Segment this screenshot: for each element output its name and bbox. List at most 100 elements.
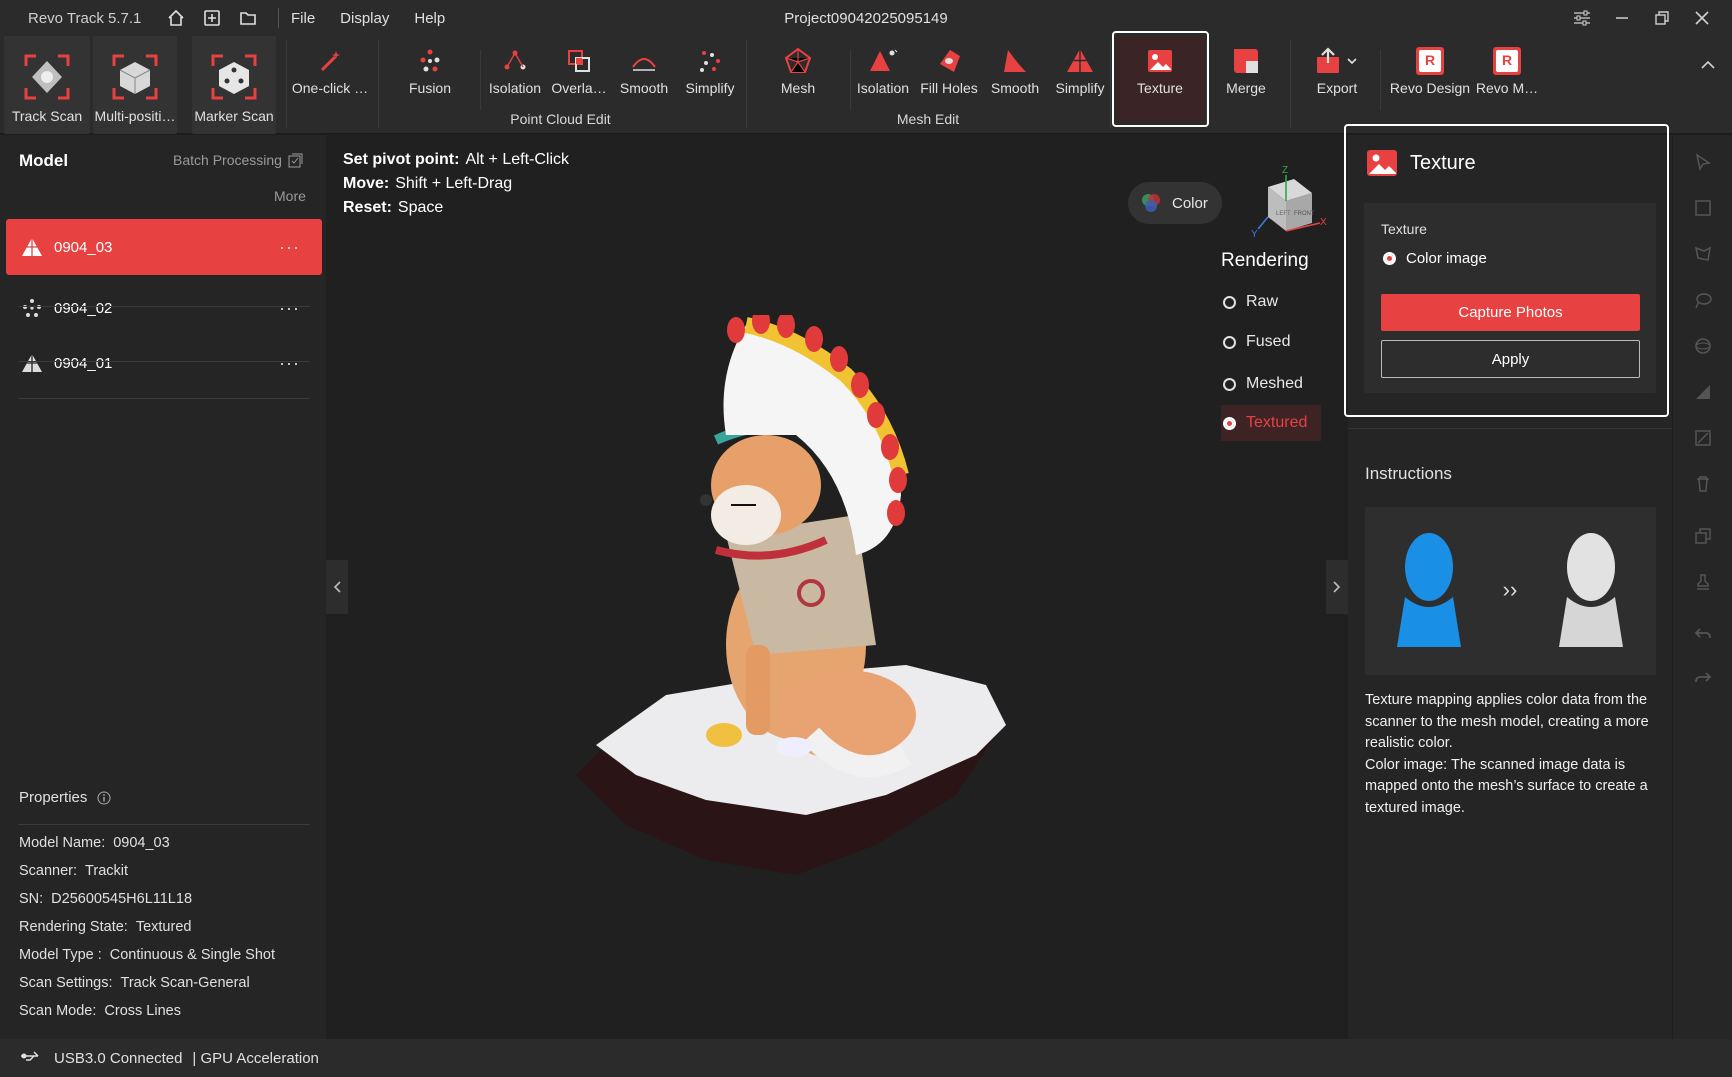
property-scan-settings: Scan Settings: Track Scan-General bbox=[19, 975, 250, 991]
property-rendering-state: Rendering State: Textured bbox=[19, 919, 191, 935]
properties-title: Properties bbox=[19, 789, 111, 806]
restore-icon[interactable] bbox=[1642, 0, 1682, 36]
divider bbox=[286, 40, 287, 128]
collapse-right-panel-button[interactable] bbox=[1326, 560, 1348, 614]
radio-button bbox=[1223, 295, 1236, 309]
rendering-meshed-label: Meshed bbox=[1246, 375, 1303, 392]
brush-select-icon[interactable] bbox=[1692, 289, 1714, 311]
chevron-right-icon bbox=[1333, 581, 1341, 593]
property-value: Textured bbox=[135, 919, 192, 935]
export-button[interactable]: Export bbox=[1302, 36, 1372, 134]
instructions-paragraph-1: Texture mapping applies color data from … bbox=[1365, 692, 1649, 751]
model-row-0904-01[interactable]: 0904_01 ··· bbox=[6, 335, 322, 391]
info-icon[interactable] bbox=[97, 791, 111, 805]
batch-processing-button[interactable]: Batch Processing bbox=[173, 152, 303, 168]
rectangle-select-icon[interactable] bbox=[1692, 197, 1714, 219]
undo-icon[interactable] bbox=[1692, 623, 1714, 645]
track-scan-label: Track Scan bbox=[11, 108, 83, 124]
revo-measure-button[interactable]: R Revo M… bbox=[1474, 36, 1540, 134]
mesh-icon bbox=[20, 353, 44, 373]
select-cursor-icon[interactable] bbox=[1692, 151, 1714, 173]
delete-icon[interactable] bbox=[1692, 473, 1714, 495]
fill-holes-icon bbox=[934, 46, 964, 76]
merge-button[interactable]: Merge bbox=[1214, 36, 1278, 134]
pc-isolation-label: Isolation bbox=[488, 80, 542, 96]
more-options-icon[interactable]: ··· bbox=[279, 353, 300, 374]
marker-scan-button[interactable]: Marker Scan bbox=[192, 36, 276, 134]
more-options-icon[interactable]: ··· bbox=[279, 298, 300, 319]
duplicate-icon[interactable] bbox=[1692, 525, 1714, 547]
property-scan-mode: Scan Mode: Cross Lines bbox=[19, 1003, 181, 1019]
home-icon[interactable] bbox=[158, 0, 194, 36]
3d-viewport[interactable]: Set pivot point: Alt + Left-Click Move: Sh… bbox=[326, 135, 1348, 1039]
navigation-cube[interactable]: LEFT FRONT Z X Y bbox=[1238, 163, 1330, 255]
new-project-icon[interactable] bbox=[194, 0, 230, 36]
model-row-0904-02[interactable]: 0904_02 ··· bbox=[6, 280, 322, 336]
usb-status: USB3.0 Connected bbox=[54, 1049, 183, 1067]
property-key: Scan Settings: bbox=[19, 975, 113, 991]
track-scan-button[interactable]: Track Scan bbox=[4, 36, 90, 134]
property-value: Continuous & Single Shot bbox=[109, 947, 276, 963]
property-model-name: Model Name: 0904_03 bbox=[19, 835, 170, 851]
chevron-left-icon bbox=[333, 581, 341, 593]
one-click-button[interactable]: One-click … bbox=[288, 36, 372, 134]
property-value: Cross Lines bbox=[104, 1003, 181, 1019]
plane-cut-icon[interactable] bbox=[1692, 381, 1714, 403]
divider bbox=[850, 50, 851, 110]
menu-help[interactable]: Help bbox=[414, 10, 445, 27]
collapse-left-panel-button[interactable] bbox=[326, 560, 348, 614]
model-row-0904-03[interactable]: 0904_03 ··· bbox=[6, 219, 322, 275]
rendering-fused-option[interactable]: Fused bbox=[1221, 324, 1321, 360]
menu-display[interactable]: Display bbox=[340, 10, 389, 27]
property-key: Model Type : bbox=[19, 947, 102, 963]
revo-measure-icon: R bbox=[1492, 46, 1522, 76]
divider bbox=[18, 398, 310, 399]
radio-button bbox=[1223, 377, 1236, 391]
instructions-text: Texture mapping applies color data from … bbox=[1365, 690, 1660, 819]
stamp-icon[interactable] bbox=[1692, 571, 1714, 593]
collapse-ribbon-icon[interactable] bbox=[1700, 58, 1716, 75]
revo-design-button[interactable]: R Revo Design bbox=[1388, 36, 1472, 134]
mesh-smooth-label: Smooth bbox=[990, 80, 1040, 96]
right-tool-strip bbox=[1672, 135, 1732, 1039]
lasso-select-icon[interactable] bbox=[1692, 243, 1714, 265]
color-palette-icon bbox=[1142, 194, 1160, 212]
rendering-raw-option[interactable]: Raw bbox=[1221, 284, 1321, 320]
export-icon bbox=[1314, 46, 1360, 76]
rendering-fused-label: Fused bbox=[1246, 333, 1291, 350]
open-folder-icon[interactable] bbox=[230, 0, 266, 36]
redo-icon[interactable] bbox=[1692, 667, 1714, 689]
ribbon-toolbar: Track Scan Multi-positi… Marker Scan One… bbox=[0, 36, 1732, 134]
settings-sliders-icon[interactable] bbox=[1562, 0, 1602, 36]
hint-value: Space bbox=[397, 199, 444, 216]
app-name: Revo Track 5.7.1 bbox=[28, 9, 142, 27]
close-icon[interactable] bbox=[1682, 0, 1722, 36]
color-label: Color bbox=[1172, 194, 1208, 212]
menu-file[interactable]: File bbox=[291, 10, 315, 27]
rendering-raw-label: Raw bbox=[1246, 293, 1279, 310]
rendering-textured-label: Textured bbox=[1246, 414, 1308, 431]
minimize-icon[interactable] bbox=[1602, 0, 1642, 36]
more-button[interactable]: More bbox=[274, 188, 306, 204]
rendering-title: Rendering bbox=[1221, 250, 1309, 271]
divider bbox=[1290, 40, 1291, 128]
mesh-isolation-icon bbox=[868, 46, 898, 76]
sphere-select-icon[interactable] bbox=[1692, 335, 1714, 357]
marker-scan-label: Marker Scan bbox=[194, 108, 274, 124]
mesh-icon bbox=[20, 237, 44, 257]
more-options-icon[interactable]: ··· bbox=[279, 237, 300, 258]
hint-value: Shift + Left-Drag bbox=[395, 175, 513, 192]
multi-position-scan-button[interactable]: Multi-positi… bbox=[93, 36, 177, 134]
invert-selection-icon[interactable] bbox=[1692, 427, 1714, 449]
hint-move: Move: Shift + Left-Drag bbox=[343, 175, 512, 193]
model-name: 0904_02 bbox=[54, 299, 113, 317]
property-value: Trackit bbox=[85, 863, 129, 879]
rendering-meshed-option[interactable]: Meshed bbox=[1221, 366, 1321, 402]
property-value: Track Scan-General bbox=[120, 975, 250, 991]
divider bbox=[18, 361, 310, 362]
axis-z-label: Z bbox=[1282, 165, 1288, 176]
divider bbox=[1110, 40, 1111, 128]
property-key: Scanner: bbox=[19, 863, 78, 879]
color-toggle-button[interactable]: Color bbox=[1128, 182, 1222, 224]
rendering-textured-option[interactable]: Textured bbox=[1221, 405, 1321, 441]
